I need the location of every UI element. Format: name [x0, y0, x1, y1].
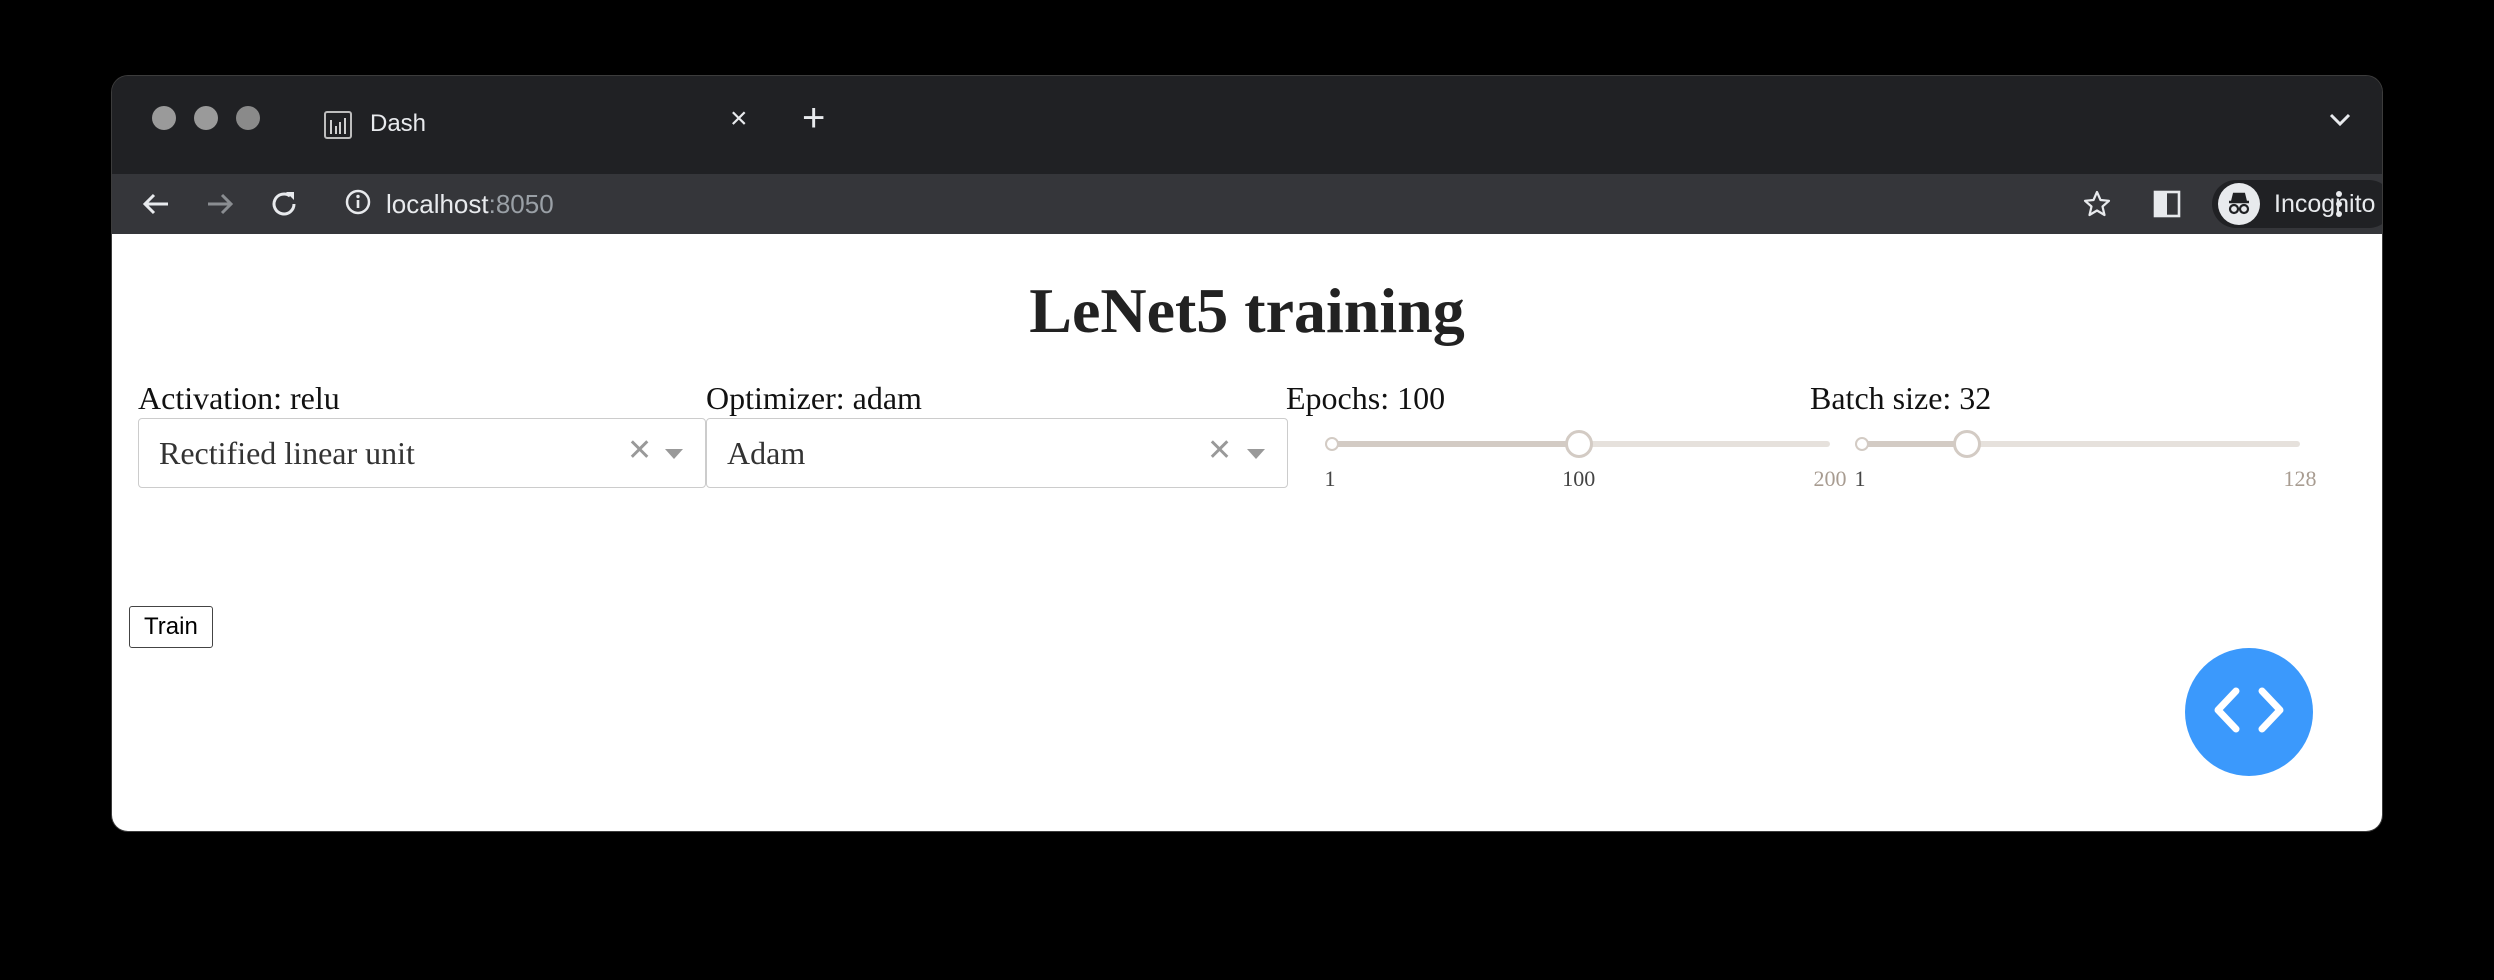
activation-selected-value: Rectified linear unit	[159, 435, 415, 471]
site-info-icon[interactable]	[344, 188, 372, 221]
epochs-track	[1330, 441, 1579, 447]
address-port: :8050	[488, 188, 554, 219]
tab-title: Dash	[370, 110, 427, 137]
batch-size-start-dot	[1855, 437, 1869, 451]
epochs-slider[interactable]: 1 100 200	[1325, 426, 1847, 491]
dash-favicon-icon	[324, 111, 352, 139]
page-content: LeNet5 training Activation: relu Rectifi…	[112, 234, 2382, 831]
forward-icon[interactable]	[204, 182, 236, 226]
tab-strip: Dash × +	[112, 76, 2382, 174]
optimizer-chevron-down-icon[interactable]	[1247, 449, 1265, 459]
epochs-label: Epochs: 100	[1286, 380, 1446, 416]
tab-close-icon[interactable]: ×	[730, 104, 748, 134]
epochs-mark-value: 100	[1562, 466, 1596, 491]
activation-dropdown[interactable]: Rectified linear unit ✕	[138, 418, 706, 488]
browser-window: Dash × + localhost:8050 Incognito LeNet…	[112, 76, 2382, 831]
address-bar[interactable]: localhost:8050	[344, 184, 554, 224]
browser-toolbar: localhost:8050 Incognito	[112, 174, 2382, 234]
epochs-slider-handle[interactable]	[1564, 430, 1593, 458]
train-button[interactable]: Train	[129, 606, 213, 648]
batch-size-label: Batch size: 32	[1810, 380, 1992, 416]
dash-debug-button[interactable]	[2185, 648, 2313, 776]
incognito-label: Incognito	[2274, 189, 2376, 218]
side-panel-icon[interactable]	[2152, 182, 2182, 226]
activation-clear-icon[interactable]: ✕	[627, 433, 652, 468]
batch-size-mark-min: 1	[1854, 466, 1866, 491]
code-brackets-icon	[2210, 685, 2288, 740]
activation-label: Activation: relu	[138, 380, 340, 416]
page-title: LeNet5 training	[1029, 275, 1465, 346]
activation-chevron-down-icon[interactable]	[665, 449, 683, 459]
browser-menu-icon[interactable]	[2334, 182, 2344, 226]
tab-dash[interactable]: Dash	[308, 96, 598, 152]
optimizer-dropdown[interactable]: Adam ✕	[706, 418, 1288, 488]
address-host: localhost	[386, 188, 489, 219]
window-zoom-dot[interactable]	[236, 106, 260, 130]
optimizer-selected-value: Adam	[727, 435, 806, 471]
batch-size-slider[interactable]: 1 128	[1855, 426, 2317, 491]
bookmark-star-icon[interactable]	[2082, 182, 2112, 226]
incognito-icon	[2218, 183, 2260, 225]
epochs-start-dot	[1325, 437, 1339, 451]
incognito-profile-button[interactable]: Incognito	[2212, 180, 2382, 228]
batch-size-track	[1860, 441, 1968, 447]
back-icon[interactable]	[140, 182, 172, 226]
new-tab-icon[interactable]: +	[802, 98, 825, 138]
epochs-mark-min: 1	[1324, 466, 1336, 491]
optimizer-clear-icon[interactable]: ✕	[1207, 433, 1232, 468]
window-minimize-dot[interactable]	[194, 106, 218, 130]
tab-search-chevron-icon[interactable]	[2328, 112, 2352, 133]
window-close-dot[interactable]	[152, 106, 176, 130]
epochs-mark-max: 200	[1813, 466, 1847, 491]
optimizer-label: Optimizer: adam	[706, 380, 922, 416]
batch-size-mark-max: 128	[2283, 466, 2317, 491]
batch-size-slider-handle[interactable]	[1953, 430, 1982, 458]
reload-icon[interactable]	[268, 182, 300, 226]
